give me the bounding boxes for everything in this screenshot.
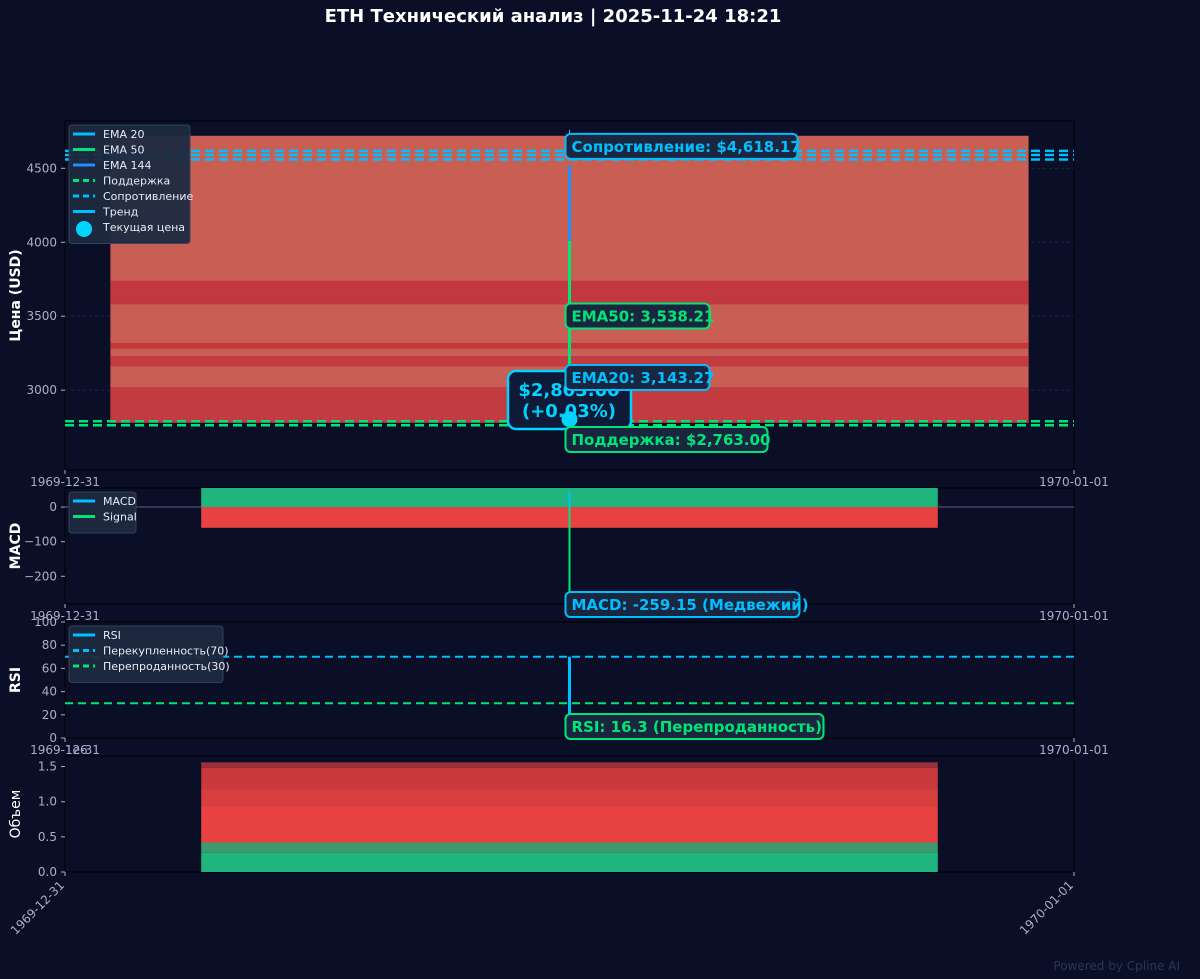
price-legend-label: Тренд xyxy=(102,206,139,219)
macd-ylabel: MACD xyxy=(8,523,24,570)
macd-callout-text: MACD: -259.15 (Медвежий) xyxy=(572,596,809,614)
rsi-legend-label: Перекупленность(70) xyxy=(103,645,229,658)
rsi-legend-label: Перепроданность(30) xyxy=(103,660,230,673)
price-xtick-label: 1969-12-31 xyxy=(30,475,100,489)
rsi-ytick-label: 80 xyxy=(42,638,57,652)
macd-legend-label: Signal xyxy=(103,511,137,524)
resistance-callout-text: Сопротивление: $4,618.17 xyxy=(572,138,801,156)
rsi-ytick-label: 20 xyxy=(42,708,57,722)
macd-legend-label: MACD xyxy=(103,495,136,508)
rsi-xtick-label: 1970-01-01 xyxy=(1039,743,1109,757)
ema50-callout-text: EMA50: 3,538.21 xyxy=(572,308,715,326)
rsi-ylabel: RSI xyxy=(8,667,24,693)
volume-bar-segment xyxy=(201,805,938,843)
volume-bar-segment xyxy=(201,789,938,806)
rsi-callout: RSI: 16.3 (Перепроданность) xyxy=(564,713,825,740)
chart-figure: ETH Технический анализ | 2025-11-24 18:2… xyxy=(0,0,1200,979)
price-legend-label: EMA 20 xyxy=(103,128,144,141)
price-legend-label: EMA 50 xyxy=(103,144,144,157)
price-legend-label: Поддержка xyxy=(103,175,170,188)
support-callout-text: Поддержка: $2,763.00 xyxy=(572,431,771,449)
price-ytick-label: 4000 xyxy=(26,235,57,249)
current-price-marker xyxy=(561,411,578,428)
price-legend-label: Сопротивление xyxy=(103,190,193,203)
macd-ytick-label: −100 xyxy=(24,535,57,549)
price-xtick-label: 1970-01-01 xyxy=(1039,475,1109,489)
price-legend-marker xyxy=(76,221,92,237)
rsi-callout-text: RSI: 16.3 (Перепроданность) xyxy=(572,718,822,736)
rsi-ytick-label: 40 xyxy=(42,685,57,699)
price-ylabel: Цена (USD) xyxy=(8,249,24,341)
volume-bar-segment xyxy=(201,842,938,853)
price-legend-label: EMA 144 xyxy=(103,159,151,172)
price-ytick-label: 3000 xyxy=(26,383,57,397)
rsi-legend-label: RSI xyxy=(103,629,121,642)
ema50-callout: EMA50: 3,538.21 xyxy=(564,302,715,330)
ema20-callout: EMA20: 3,143.27 xyxy=(564,363,715,391)
volume-ytick-label: 0.0 xyxy=(38,865,57,879)
volume-ytick-label: 1.0 xyxy=(38,795,57,809)
volume-bar-segment xyxy=(201,852,938,872)
watermark: Powered by Cpline AI xyxy=(1053,959,1180,973)
macd-xtick-label: 1970-01-01 xyxy=(1039,609,1109,623)
macd-ytick-label: −200 xyxy=(24,569,57,583)
volume-ylabel: Объем xyxy=(8,790,24,839)
support-callout: Поддержка: $2,763.00 xyxy=(564,426,771,453)
ema20-callout-text: EMA20: 3,143.27 xyxy=(572,369,715,387)
macd-ytick-label: 0 xyxy=(49,500,57,514)
macd-legend: MACD Signal xyxy=(68,491,137,534)
rsi-ytick-label: 100 xyxy=(34,615,57,629)
volume-ytick-label: 0.5 xyxy=(38,830,57,844)
rsi-ytick-label: 60 xyxy=(42,661,57,675)
price-legend-label: Текущая цена xyxy=(102,221,185,234)
volume-ytick-label: 1.5 xyxy=(38,760,57,774)
rsi-legend: RSI Перекупленность(70) Перепроданность(30… xyxy=(68,625,230,683)
price-ytick-label: 4500 xyxy=(26,161,57,175)
price-ytick-label: 3500 xyxy=(26,309,57,323)
volume-offset-label: 1e6 xyxy=(65,743,88,757)
volume-bar-segment xyxy=(201,762,938,768)
volume-bar-segment xyxy=(201,767,938,790)
chart-title: ETH Технический анализ | 2025-11-24 18:2… xyxy=(325,6,782,27)
price-legend: EMA 20 EMA 50 EMA 144 Поддержка Сопротивлени… xyxy=(68,124,193,244)
resistance-callout: Сопротивление: $4,618.17 xyxy=(564,132,801,160)
macd-callout: MACD: -259.15 (Медвежий) xyxy=(564,591,809,618)
chart-panels: Сопротивление: $4,618.17EMA50: 3,538.21$… xyxy=(8,120,1109,937)
